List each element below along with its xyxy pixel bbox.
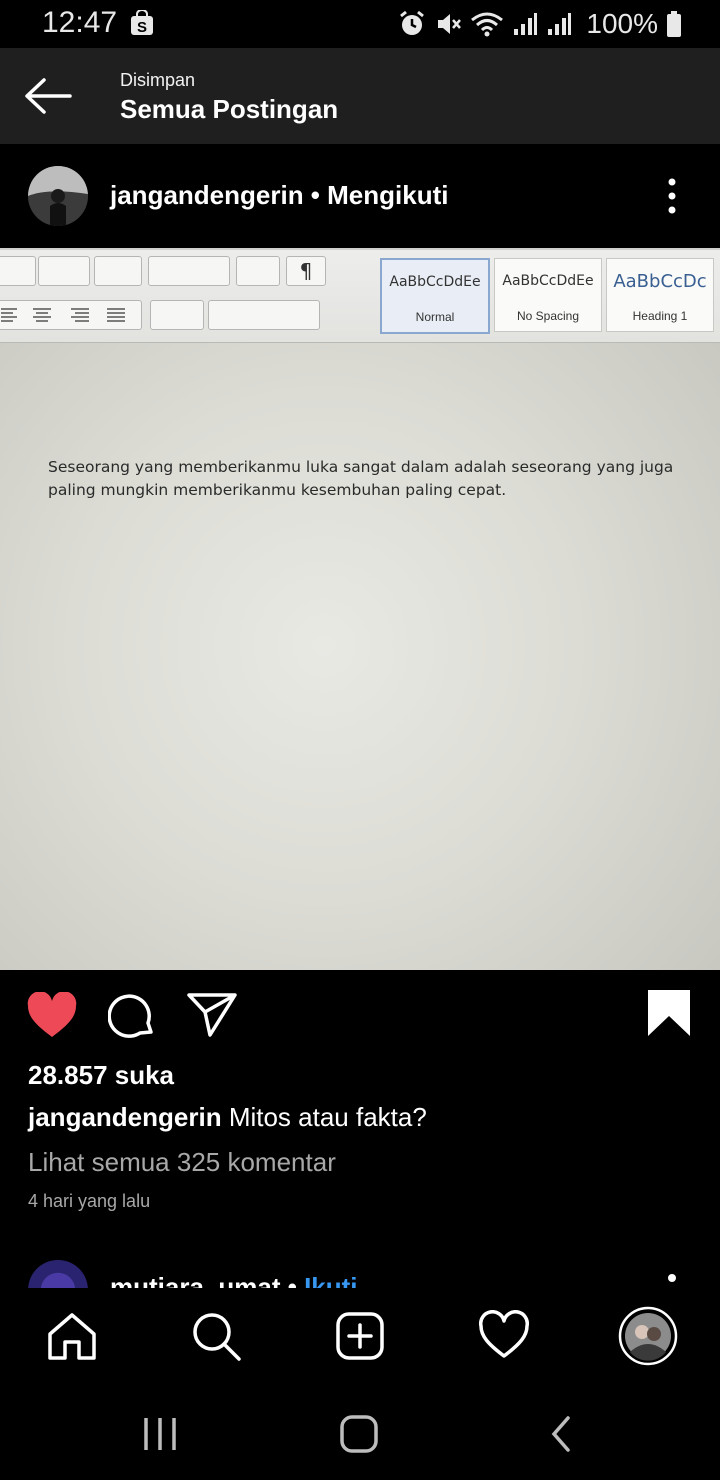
post-actions: [0, 968, 720, 1060]
status-bar: 12:47 S 100%: [0, 0, 720, 48]
next-post-avatar[interactable]: [28, 1260, 88, 1288]
style-no-spacing: AaBbCcDdEe No Spacing: [494, 258, 602, 332]
mute-icon: [438, 14, 462, 34]
follow-button[interactable]: Ikuti: [304, 1272, 357, 1288]
style-name: Normal: [415, 310, 455, 324]
next-post-header: mutiara_umat • Ikuti: [0, 1244, 720, 1288]
author-avatar[interactable]: [28, 166, 88, 226]
show-marks-button: ¶: [286, 256, 326, 286]
author-username[interactable]: jangandengerin • Mengikuti: [110, 180, 448, 211]
battery-icon: [667, 11, 681, 37]
wifi-icon: [471, 12, 504, 37]
sort-button: [236, 256, 280, 286]
more-options-icon[interactable]: [668, 1274, 676, 1282]
document-text: Seseorang yang memberikanmu luka sangat …: [48, 458, 674, 499]
svg-text:S: S: [137, 19, 147, 36]
signal-icon-1: [514, 13, 538, 35]
comment-icon[interactable]: [108, 992, 156, 1040]
word-ribbon: ¶ AaBbCcDdEe Normal AaBbCcDdEe No Spacin…: [0, 250, 720, 343]
send-icon[interactable]: [186, 992, 238, 1038]
alignment-buttons: [0, 300, 142, 330]
signal-icon-2: [548, 13, 572, 35]
view-comments-link[interactable]: Lihat semua 325 komentar: [28, 1147, 336, 1178]
app-bar: Disimpan Semua Postingan: [0, 48, 720, 144]
home-icon[interactable]: [46, 1310, 98, 1362]
avatar-photo-icon: [28, 166, 88, 226]
line-spacing-button: [150, 300, 204, 330]
bottom-nav: [0, 1288, 720, 1388]
shading-border-buttons: [208, 300, 320, 330]
multilevel-list-button: [94, 256, 142, 286]
battery-percent: 100%: [586, 8, 658, 39]
style-sample: AaBbCcDc: [613, 271, 707, 292]
indent-buttons: [148, 256, 230, 286]
page-title: Semua Postingan: [120, 94, 339, 124]
bookmark-filled-icon[interactable]: [646, 988, 692, 1038]
alarm-icon: [400, 10, 425, 35]
heart-outline-icon[interactable]: [478, 1310, 530, 1362]
add-post-icon[interactable]: [334, 1310, 386, 1362]
shop-notification-icon: S: [131, 10, 153, 36]
align-icons: [1, 308, 125, 322]
next-post-username[interactable]: mutiara_umat • Ikuti: [110, 1272, 358, 1288]
home-button-icon[interactable]: [338, 1414, 380, 1454]
post-timestamp: 4 hari yang lalu: [28, 1191, 151, 1211]
heart-filled-icon[interactable]: [26, 992, 78, 1040]
system-nav-bar: [0, 1388, 720, 1480]
pilcrow-icon: ¶: [300, 259, 313, 283]
status-time: 12:47: [42, 6, 118, 39]
style-name: No Spacing: [516, 309, 580, 323]
likes-count[interactable]: 28.857 suka: [28, 1060, 174, 1091]
caption-username[interactable]: jangandengerin: [28, 1102, 222, 1132]
more-options-icon[interactable]: [668, 178, 676, 214]
style-heading-1: AaBbCcDc Heading 1: [606, 258, 714, 332]
post-image[interactable]: ¶ AaBbCcDdEe Normal AaBbCcDdEe No Spacin…: [0, 248, 720, 970]
style-normal: AaBbCcDdEe Normal: [380, 258, 490, 334]
numbering-button: [38, 256, 90, 286]
post-header: jangandengerin • Mengikuti: [0, 144, 720, 248]
search-icon[interactable]: [190, 1310, 242, 1362]
profile-avatar[interactable]: [618, 1306, 678, 1366]
style-name: Heading 1: [632, 309, 688, 323]
style-sample: AaBbCcDdEe: [389, 274, 481, 290]
caption-text: Mitos atau fakta?: [228, 1102, 427, 1132]
page-subtitle: Disimpan: [120, 70, 196, 90]
back-button-icon[interactable]: [546, 1414, 576, 1454]
svg-text:¶: ¶: [300, 259, 313, 283]
recent-apps-icon[interactable]: [140, 1414, 180, 1454]
bullets-button: [0, 256, 36, 286]
back-arrow-icon[interactable]: [22, 76, 74, 116]
next-username: mutiara_umat •: [110, 1272, 305, 1288]
style-sample: AaBbCcDdEe: [502, 273, 594, 289]
post-caption: jangandengerin Mitos atau fakta?: [28, 1102, 427, 1133]
